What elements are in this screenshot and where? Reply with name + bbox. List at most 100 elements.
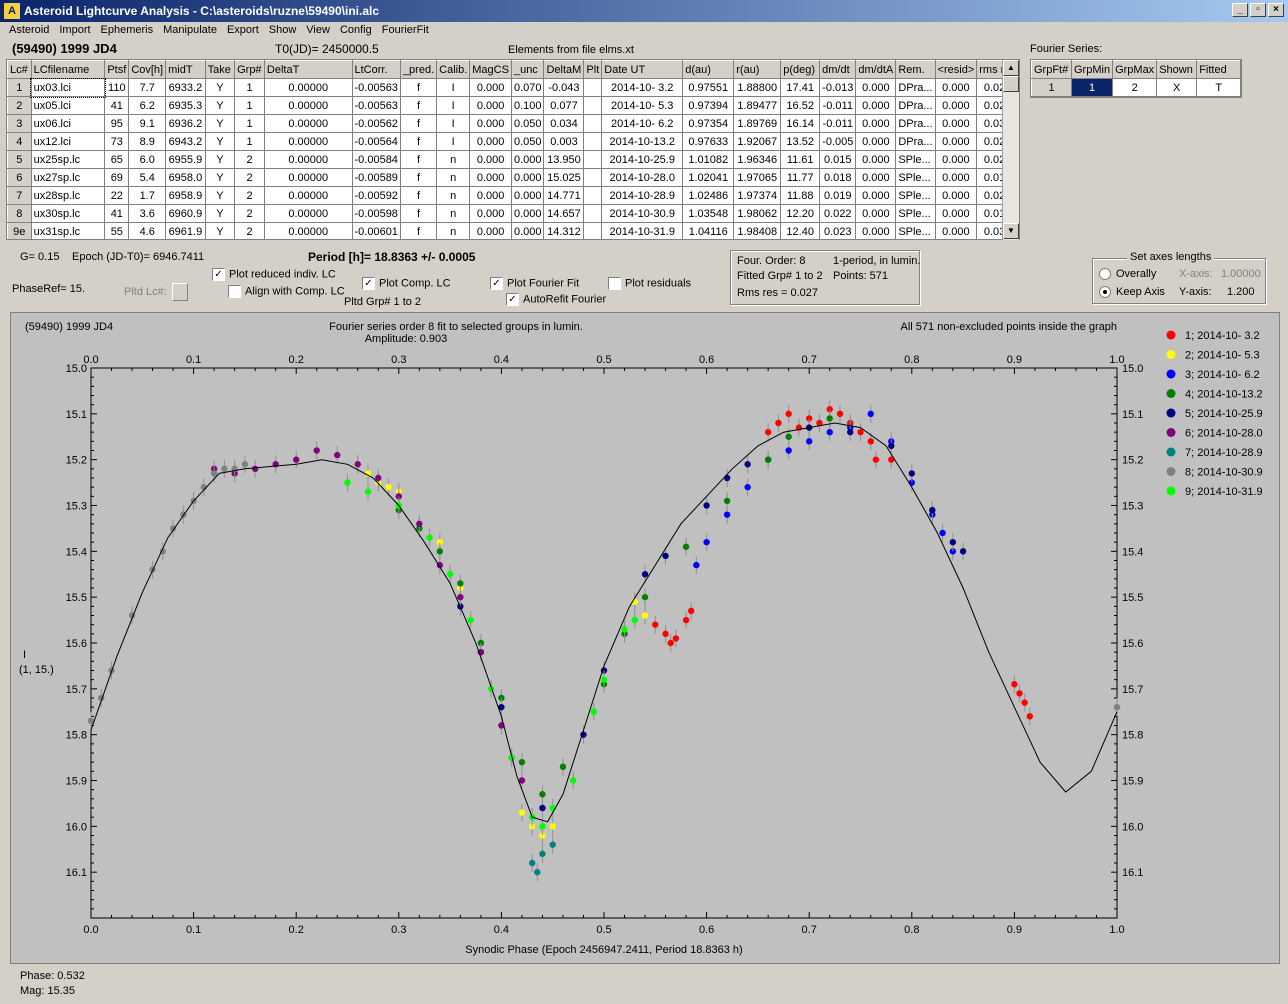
lc-col-header[interactable]: Calib. xyxy=(436,60,471,79)
lc-cell[interactable]: 14.771 xyxy=(543,186,585,205)
lc-cell[interactable]: -0.00562 xyxy=(351,114,401,133)
lc-cell[interactable]: 1 xyxy=(234,132,265,151)
lc-cell[interactable]: 0.00000 xyxy=(263,222,353,239)
lc-cell[interactable]: 1.01082 xyxy=(682,150,735,169)
plot-reduced-check[interactable]: ✓ xyxy=(212,268,225,281)
lc-cell[interactable]: f xyxy=(399,222,438,239)
lc-cell[interactable]: 1 xyxy=(234,96,265,115)
lc-cell[interactable]: f xyxy=(399,204,438,223)
scroll-thumb[interactable] xyxy=(1003,76,1019,92)
lc-cell[interactable]: 5.4 xyxy=(128,168,167,187)
lc-cell[interactable]: -0.011 xyxy=(819,114,857,133)
lc-cell[interactable]: 2014-10- 5.3 xyxy=(601,96,684,115)
fs-cell-grpmax[interactable]: 2 xyxy=(1112,78,1158,97)
lc-cell[interactable]: 0.97633 xyxy=(682,132,735,151)
lc-cell[interactable]: 6.0 xyxy=(128,150,167,169)
lc-cell[interactable]: DPra... xyxy=(895,132,936,151)
lc-cell[interactable]: 55 xyxy=(104,222,130,239)
minimize-button[interactable]: _ xyxy=(1232,3,1248,17)
lc-cell[interactable]: 0.000 xyxy=(934,150,978,169)
lc-cell[interactable] xyxy=(583,222,603,239)
lc-cell[interactable]: 0.050 xyxy=(510,132,545,151)
menu-import[interactable]: Import xyxy=(54,22,95,40)
lc-cell[interactable]: 8.9 xyxy=(128,132,167,151)
lc-cell[interactable]: 1.97065 xyxy=(733,168,782,187)
lc-cell[interactable]: -0.005 xyxy=(819,132,857,151)
lc-cell[interactable]: I xyxy=(436,96,471,115)
lc-cell[interactable]: -0.00584 xyxy=(351,150,401,169)
lc-col-header[interactable]: _pred. xyxy=(399,60,438,79)
lc-cell[interactable]: -0.00564 xyxy=(351,132,401,151)
lc-cell[interactable]: 7.7 xyxy=(128,78,167,97)
table-row[interactable]: 2 ux05.lci 41 6.2 6935.3 Y 1 0.00000 -0.00563 f I 0… xyxy=(7,96,1019,115)
lc-cell[interactable]: Y xyxy=(204,78,236,97)
lc-cell[interactable]: 5 xyxy=(7,150,32,169)
lc-cell[interactable]: 22 xyxy=(104,186,130,205)
lc-cell[interactable]: DPra... xyxy=(895,114,936,133)
lc-cell[interactable]: 12.40 xyxy=(780,222,821,239)
lc-cell[interactable]: Y xyxy=(204,222,236,239)
menu-fourierfit[interactable]: FourierFit xyxy=(377,22,434,40)
lc-cell[interactable]: 0.023 xyxy=(819,222,857,239)
menu-view[interactable]: View xyxy=(301,22,335,40)
lc-cell[interactable]: SPle... xyxy=(895,222,936,239)
lc-cell[interactable]: n xyxy=(436,222,471,239)
plot-fourier-check[interactable]: ✓ xyxy=(490,277,503,290)
lc-cell[interactable]: -0.011 xyxy=(819,96,857,115)
lc-cell[interactable]: 69 xyxy=(104,168,130,187)
lc-cell[interactable]: I xyxy=(436,132,471,151)
lc-cell[interactable]: 0.000 xyxy=(510,150,545,169)
lc-cell[interactable]: 0.000 xyxy=(510,222,545,239)
lc-cell[interactable]: I xyxy=(436,114,471,133)
lc-cell[interactable]: DPra... xyxy=(895,96,936,115)
lc-cell[interactable]: ux30sp.lc xyxy=(30,204,106,223)
lc-col-header[interactable]: Lc# xyxy=(7,60,32,79)
lc-cell[interactable]: n xyxy=(436,204,471,223)
lc-cell[interactable]: 6958.9 xyxy=(165,186,206,205)
lc-cell[interactable]: 4.6 xyxy=(128,222,167,239)
lc-cell[interactable]: 3.6 xyxy=(128,204,167,223)
plot-reduced-checkbox[interactable]: ✓ Plot reduced indiv. LC xyxy=(212,268,336,281)
lc-cell[interactable]: 0.000 xyxy=(934,114,978,133)
lc-cell[interactable]: 65 xyxy=(104,150,130,169)
lc-cell[interactable]: 14.657 xyxy=(543,204,585,223)
lc-cell[interactable]: n xyxy=(436,168,471,187)
lc-col-header[interactable]: Rem. xyxy=(895,60,936,79)
lc-cell[interactable]: ux25sp.lc xyxy=(30,150,106,169)
lc-cell[interactable]: 4 xyxy=(7,132,32,151)
lc-cell[interactable]: f xyxy=(399,186,438,205)
lc-cell[interactable]: -0.00563 xyxy=(351,78,401,97)
lc-cell[interactable]: 0.00000 xyxy=(263,132,353,151)
plot-comp-check[interactable]: ✓ xyxy=(362,277,375,290)
lc-cell[interactable]: Y xyxy=(204,114,236,133)
lc-cell[interactable]: 0.000 xyxy=(510,204,545,223)
lc-cell[interactable]: Y xyxy=(204,132,236,151)
lc-cell[interactable] xyxy=(583,78,603,97)
lc-cell[interactable]: 2 xyxy=(234,168,265,187)
fs-col-header[interactable]: Fitted xyxy=(1196,60,1242,79)
overally-radio[interactable]: Overally xyxy=(1099,268,1156,281)
lc-cell[interactable]: 0.00000 xyxy=(263,204,353,223)
lc-cell[interactable]: 0.00000 xyxy=(263,168,353,187)
lc-cell[interactable]: 0.000 xyxy=(855,168,897,187)
lc-cell[interactable]: 9.1 xyxy=(128,114,167,133)
lc-cell[interactable]: 0.000 xyxy=(855,132,897,151)
lc-cell[interactable]: -0.013 xyxy=(819,78,857,97)
table-row[interactable]: 6 ux27sp.lc 69 5.4 6958.0 Y 2 0.00000 -0.00589 f n… xyxy=(7,168,1019,187)
fs-col-header[interactable]: Shown xyxy=(1156,60,1198,79)
lc-cell[interactable]: ux31sp.lc xyxy=(30,222,106,239)
menu-manipulate[interactable]: Manipulate xyxy=(158,22,222,40)
lc-cell[interactable]: 0.97354 xyxy=(682,114,735,133)
lc-cell[interactable]: 0.00000 xyxy=(263,114,353,133)
lc-cell[interactable]: 0.00000 xyxy=(263,78,353,97)
lc-cell[interactable]: ux05.lci xyxy=(30,96,106,115)
fs-cell-shown[interactable]: X xyxy=(1156,78,1198,97)
lc-cell[interactable]: -0.00592 xyxy=(351,186,401,205)
menu-show[interactable]: Show xyxy=(264,22,302,40)
lc-col-header[interactable]: p(deg) xyxy=(780,60,821,79)
lc-cell[interactable]: 2014-10-25.9 xyxy=(601,150,684,169)
lc-cell[interactable]: 0.019 xyxy=(819,186,857,205)
lc-cell[interactable]: SPle... xyxy=(895,150,936,169)
lc-cell[interactable]: Y xyxy=(204,168,236,187)
lc-cell[interactable]: 0.070 xyxy=(510,78,545,97)
